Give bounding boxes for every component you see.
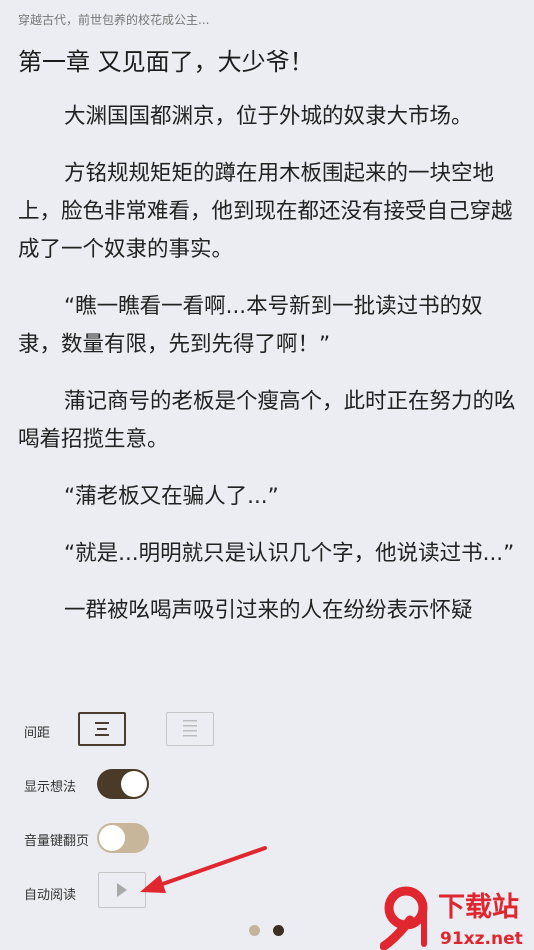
reading-area[interactable]: 大渊国国都渊京，位于外城的奴隶大市场。 方铭规规矩矩的蹲在用木板围起来的一块空地…: [18, 98, 518, 694]
watermark-logo-text: 下载站: [438, 892, 519, 923]
page-dot[interactable]: [249, 925, 260, 936]
paragraph: 方铭规规矩矩的蹲在用木板围起来的一块空地上，脸色非常难看，他到现在都还没有接受自…: [18, 161, 513, 262]
book-title: 穿越古代，前世包养的校花成公主...: [18, 13, 210, 27]
show-thoughts-label: 显示想法: [24, 780, 77, 795]
spacing-compact-button[interactable]: [78, 712, 126, 746]
spacing-loose-button[interactable]: [166, 712, 214, 746]
annotation-arrow-icon: [140, 846, 267, 893]
page-dot-active[interactable]: [273, 925, 284, 936]
site-watermark-logo: 下载站 91xz.net: [380, 886, 523, 950]
show-thoughts-toggle[interactable]: [97, 769, 149, 799]
toggle-knob: [121, 771, 147, 797]
reader-fade-overlay: [0, 678, 534, 708]
paragraph: “蒲老板又在骗人了...”: [64, 484, 279, 509]
paragraph: “瞧一瞧看一看啊...本号新到一批读过书的奴隶，数量有限，先到先得了啊！”: [18, 294, 483, 357]
auto-read-label: 自动阅读: [24, 888, 77, 903]
paragraph: 大渊国国都渊京，位于外城的奴隶大市场。: [64, 104, 473, 129]
watermark-url-text: 91xz.net: [440, 929, 523, 949]
line-spacing-compact-icon: [95, 722, 109, 736]
paragraph: 蒲记商号的老板是个瘦高个，此时正在努力的吆喝着招揽生意。: [18, 389, 516, 452]
volume-key-page-turn-label: 音量键翻页: [24, 834, 90, 849]
paragraph: 一群被吆喝声吸引过来的人在纷纷表示怀疑: [64, 598, 473, 623]
spacing-label: 间距: [24, 726, 51, 741]
paragraph: “就是...明明就只是认识几个字，他说读过书...”: [64, 541, 515, 566]
chapter-title: 第一章 又见面了，大少爷！: [18, 48, 314, 76]
line-spacing-loose-icon: [183, 720, 197, 737]
